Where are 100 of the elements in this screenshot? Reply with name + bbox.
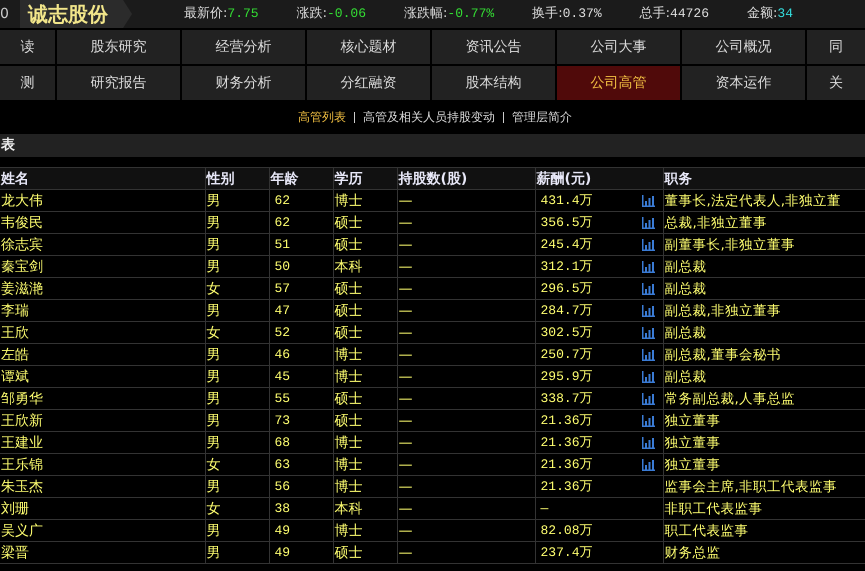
table-cell: — — [397, 278, 535, 300]
table-cell-text: 284.7万 — [540, 302, 593, 320]
table-cell: 男 — [205, 388, 269, 410]
table-cell: 男 — [205, 542, 269, 564]
table-cell: 刘珊 — [0, 498, 205, 520]
table-cell: 职工代表监事 — [663, 520, 865, 542]
table-cell: 王欣新 — [0, 410, 205, 432]
sub-tab[interactable]: 高管列表 — [298, 108, 346, 126]
table-cell: 副总裁,董事会秘书 — [663, 344, 865, 366]
bar-chart-icon[interactable] — [642, 392, 654, 404]
nav-tab[interactable]: 读 — [0, 30, 55, 64]
bar-chart-icon[interactable] — [642, 216, 654, 228]
nav-tab[interactable]: 关 — [807, 66, 865, 100]
sub-tab[interactable]: 管理层简介 — [512, 108, 572, 126]
table-cell: 男 — [205, 212, 269, 234]
nav-tab[interactable]: 资本运作 — [682, 66, 805, 100]
table-cell: — — [397, 344, 535, 366]
table-cell: — — [397, 388, 535, 410]
table-cell: 非职工代表监事 — [663, 498, 865, 520]
table-cell-text: 245.4万 — [540, 236, 593, 254]
table-cell: 硕士 — [333, 542, 397, 564]
quote-label: 涨跌幅: — [404, 6, 448, 22]
nav-tab[interactable]: 测 — [0, 66, 55, 100]
table-cell-text: 356.5万 — [540, 214, 593, 232]
bar-chart-icon[interactable] — [642, 458, 654, 470]
table-cell-text: 21.36万 — [540, 434, 593, 452]
bar-chart-icon[interactable] — [642, 370, 654, 382]
table-cell: 硕士 — [333, 212, 397, 234]
table-cell: 68 — [269, 432, 333, 454]
table-cell: — — [397, 366, 535, 388]
nav-tab[interactable]: 财务分析 — [182, 66, 305, 100]
quote-value: -0.06 — [327, 6, 366, 22]
table-cell: 左皓 — [0, 344, 205, 366]
quote-label: 涨跌: — [296, 6, 327, 22]
table-cell: 56 — [269, 476, 333, 498]
table-cell: 徐志宾 — [0, 234, 205, 256]
table-cell-text: 302.5万 — [540, 324, 593, 342]
nav-tab[interactable]: 股本结构 — [432, 66, 555, 100]
quote-value: 34 — [777, 6, 794, 22]
bar-chart-icon[interactable] — [642, 326, 654, 338]
bar-chart-icon[interactable] — [642, 194, 654, 206]
stock-code: 0 — [0, 4, 10, 24]
nav-tab[interactable]: 股东研究 — [57, 30, 180, 64]
nav-tab[interactable]: 经营分析 — [182, 30, 305, 64]
table-cell: 韦俊民 — [0, 212, 205, 234]
table-cell: 47 — [269, 300, 333, 322]
nav-tab[interactable]: 研究报告 — [57, 66, 180, 100]
table-cell: 49 — [269, 542, 333, 564]
quote-value: -0.77% — [447, 6, 494, 22]
table-cell: 52 — [269, 322, 333, 344]
table-cell-text: — — [540, 500, 548, 518]
nav-tab[interactable]: 同 — [807, 30, 865, 64]
bar-chart-icon[interactable] — [642, 348, 654, 360]
table-cell: 硕士 — [333, 278, 397, 300]
nav-tab[interactable]: 分红融资 — [307, 66, 430, 100]
table-cell: 49 — [269, 520, 333, 542]
bar-chart-icon[interactable] — [642, 304, 654, 316]
bar-chart-icon[interactable] — [642, 414, 654, 426]
table-cell: 谭斌 — [0, 366, 205, 388]
table-cell: 硕士 — [333, 410, 397, 432]
table-cell: — — [397, 410, 535, 432]
table-cell: — — [397, 234, 535, 256]
table-cell: 博士 — [333, 476, 397, 498]
table-cell: 63 — [269, 454, 333, 476]
bar-chart-icon[interactable] — [642, 282, 654, 294]
table-cell: 本科 — [333, 256, 397, 278]
table-cell: 男 — [205, 476, 269, 498]
column-header: 学历 — [333, 168, 397, 190]
nav-tab[interactable]: 核心题材 — [307, 30, 430, 64]
section-title: 表 — [1, 137, 15, 153]
table-cell: 46 — [269, 344, 333, 366]
table-cell: 独立董事 — [663, 410, 865, 432]
bar-chart-icon[interactable] — [642, 260, 654, 272]
table-cell: 男 — [205, 410, 269, 432]
nav-tab[interactable]: 公司大事 — [557, 30, 680, 64]
table-cell: 博士 — [333, 190, 397, 212]
quote-value: 0.37% — [562, 6, 602, 22]
stock-name: 诚志股份 — [20, 0, 132, 28]
nav-tab[interactable]: 资讯公告 — [432, 30, 555, 64]
table-cell: 硕士 — [333, 388, 397, 410]
table-cell: — — [397, 190, 535, 212]
table-cell: 副总裁,非独立董事 — [663, 300, 865, 322]
table-cell-text: 21.36万 — [540, 478, 593, 496]
table-cell: 邹勇华 — [0, 388, 205, 410]
table-cell-text: 237.4万 — [540, 544, 593, 562]
table-cell: — — [397, 322, 535, 344]
table-cell-text: 295.9万 — [540, 368, 593, 386]
table-cell: 62 — [269, 190, 333, 212]
table-cell: 博士 — [333, 432, 397, 454]
table-cell: 51 — [269, 234, 333, 256]
table-cell: 男 — [205, 234, 269, 256]
table-cell: 董事长,法定代表人,非独立董 — [663, 190, 865, 212]
table-cell: 总裁,非独立董事 — [663, 212, 865, 234]
table-cell: 硕士 — [333, 234, 397, 256]
bar-chart-icon[interactable] — [642, 436, 654, 448]
nav-tab[interactable]: 公司概况 — [682, 30, 805, 64]
bar-chart-icon[interactable] — [642, 238, 654, 250]
sub-tab[interactable]: 高管及相关人员持股变动 — [363, 108, 495, 126]
table-cell: — — [397, 256, 535, 278]
nav-tab[interactable]: 公司高管 — [557, 66, 680, 100]
